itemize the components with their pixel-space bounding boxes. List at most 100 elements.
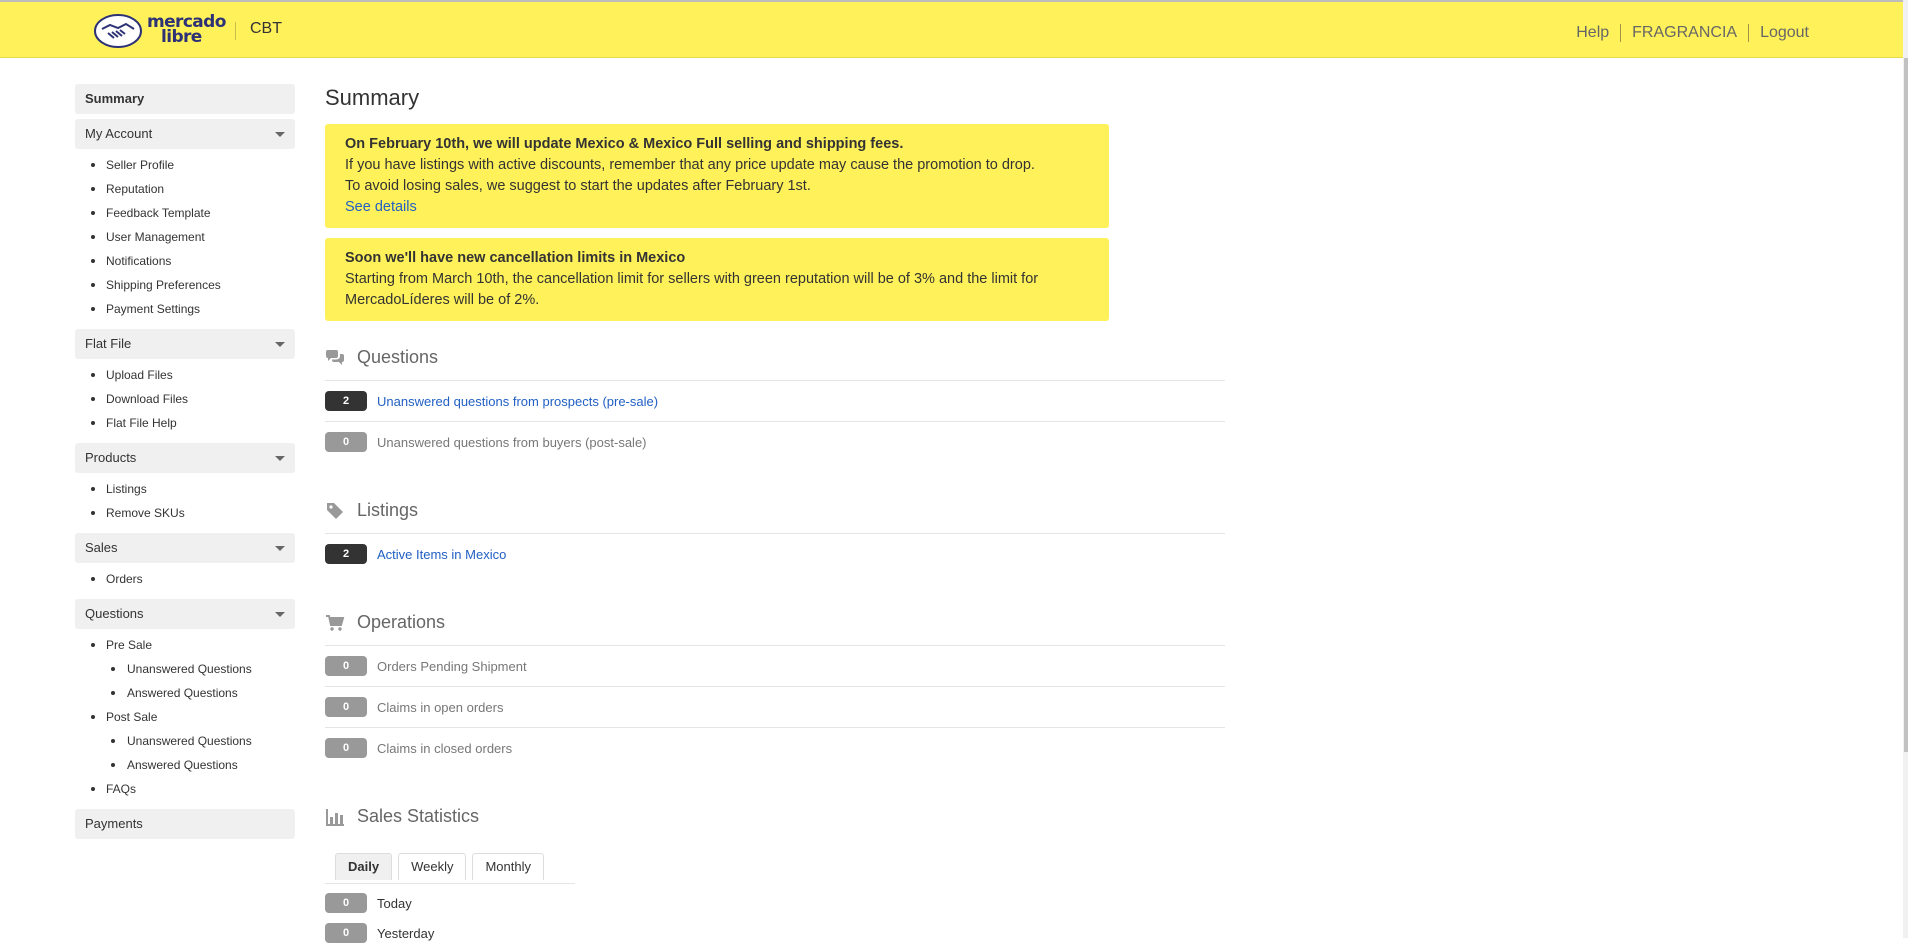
count-badge: 0 [325, 697, 367, 717]
logo-line2: libre [161, 27, 202, 47]
sidebar-item-notifications[interactable]: Notifications [75, 251, 295, 275]
question-row-presale[interactable]: 2 Unanswered questions from prospects (p… [325, 381, 1225, 422]
active-items-link[interactable]: Active Items in Mexico [377, 547, 506, 562]
sidebar-summary[interactable]: Summary [75, 84, 295, 114]
sidebar-my-account[interactable]: My Account [75, 119, 295, 149]
sidebar-payments[interactable]: Payments [75, 809, 295, 839]
caret-down-icon [275, 342, 285, 347]
caret-down-icon [275, 456, 285, 461]
main-content: Summary On February 10th, we will update… [325, 84, 1225, 948]
sidebar-sales[interactable]: Sales [75, 533, 295, 563]
sidebar-item-download-files[interactable]: Download Files [75, 389, 295, 413]
tab-monthly[interactable]: Monthly [472, 853, 544, 880]
count-badge: 2 [325, 544, 367, 564]
user-link[interactable]: FRAGRANCIA [1632, 24, 1737, 42]
stat-label-yesterday: Yesterday [377, 925, 435, 941]
operation-row-open-claims: 0 Claims in open orders [325, 687, 1225, 728]
top-nav: Help FRAGRANCIA Logout [1576, 24, 1809, 42]
sales-statistics-section: Sales Statistics Daily Weekly Monthly 0 … [325, 794, 1225, 948]
notice-fees-line1: If you have listings with active discoun… [345, 157, 1035, 173]
sidebar-item-post-sale[interactable]: Post Sale [75, 707, 295, 731]
notice-fees-title: On February 10th, we will update Mexico … [345, 136, 904, 152]
questions-heading: Questions [325, 335, 1225, 381]
sidebar-questions[interactable]: Questions [75, 599, 295, 629]
questions-section: Questions 2 Unanswered questions from pr… [325, 335, 1225, 462]
sidebar-item-pre-unanswered[interactable]: Unanswered Questions [75, 659, 295, 683]
statistics-tabs: Daily Weekly Monthly [325, 853, 575, 884]
bar-chart-icon [326, 808, 344, 826]
caret-down-icon [275, 546, 285, 551]
sidebar-item-post-unanswered[interactable]: Unanswered Questions [75, 731, 295, 755]
notice-cancellation-text: Starting from March 10th, the cancellati… [345, 271, 1039, 308]
sales-statistics-title: Sales Statistics [357, 806, 480, 826]
logout-link[interactable]: Logout [1760, 24, 1809, 42]
sidebar-item-flat-file-help[interactable]: Flat File Help [75, 413, 295, 437]
listings-section: Listings 2 Active Items in Mexico [325, 488, 1225, 574]
questions-title: Questions [357, 347, 439, 367]
sidebar-item-user-management[interactable]: User Management [75, 227, 295, 251]
sidebar-flat-file-label: Flat File [85, 336, 132, 351]
sidebar-item-remove-skus[interactable]: Remove SKUs [75, 503, 295, 527]
stat-row-yesterday: 0 Yesterday [325, 918, 1225, 948]
sidebar-item-feedback-template[interactable]: Feedback Template [75, 203, 295, 227]
postsale-questions-text: Unanswered questions from buyers (post-s… [377, 434, 647, 450]
operations-section: Operations 0 Orders Pending Shipment 0 C… [325, 600, 1225, 768]
count-badge: 0 [325, 656, 367, 676]
nav-divider [1748, 24, 1750, 42]
products-list: Listings Remove SKUs [75, 473, 295, 533]
tab-weekly[interactable]: Weekly [398, 853, 467, 880]
presale-questions-link[interactable]: Unanswered questions from prospects (pre… [377, 394, 658, 409]
flat-file-list: Upload Files Download Files Flat File He… [75, 359, 295, 443]
questions-list: Pre Sale Unanswered Questions Answered Q… [75, 629, 295, 809]
notice-fees: On February 10th, we will update Mexico … [325, 124, 1109, 228]
stat-label-today: Today [377, 895, 412, 911]
caret-down-icon [275, 132, 285, 137]
count-badge: 0 [325, 738, 367, 758]
sidebar-item-shipping-preferences[interactable]: Shipping Preferences [75, 275, 295, 299]
help-link[interactable]: Help [1576, 24, 1609, 42]
sidebar-products[interactable]: Products [75, 443, 295, 473]
header-bar: mercado libre CBT Help FRAGRANCIA Logout [0, 2, 1903, 58]
sidebar-sales-label: Sales [85, 540, 118, 555]
count-badge: 0 [325, 923, 367, 943]
mercadolibre-logo[interactable]: mercado libre [94, 13, 226, 49]
stat-row-today: 0 Today [325, 888, 1225, 918]
sales-list: Orders [75, 563, 295, 599]
logo-wordmark: mercado libre [147, 14, 226, 47]
sidebar-item-reputation[interactable]: Reputation [75, 179, 295, 203]
sidebar-item-pre-answered[interactable]: Answered Questions [75, 683, 295, 707]
sales-statistics-heading: Sales Statistics [325, 794, 1225, 839]
count-badge: 0 [325, 893, 367, 913]
sidebar-item-faqs[interactable]: FAQs [75, 779, 295, 803]
sidebar-item-listings[interactable]: Listings [75, 479, 295, 503]
sidebar-item-post-answered[interactable]: Answered Questions [75, 755, 295, 779]
sidebar-item-pre-sale[interactable]: Pre Sale [75, 635, 295, 659]
handshake-logo-icon [94, 14, 142, 48]
my-account-list: Seller Profile Reputation Feedback Templ… [75, 149, 295, 329]
notice-fees-line2: To avoid losing sales, we suggest to sta… [345, 178, 811, 194]
tab-daily[interactable]: Daily [335, 853, 393, 880]
count-badge: 2 [325, 391, 367, 411]
sidebar-item-orders[interactable]: Orders [75, 569, 295, 593]
operation-row-pending-shipment: 0 Orders Pending Shipment [325, 646, 1225, 687]
listings-title: Listings [357, 500, 419, 520]
operations-heading: Operations [325, 600, 1225, 646]
sidebar: Summary My Account Seller Profile Reputa… [75, 84, 295, 839]
page-title: Summary [325, 85, 420, 110]
tag-icon [327, 502, 343, 519]
scrollbar-track[interactable] [1903, 0, 1908, 938]
sidebar-item-seller-profile[interactable]: Seller Profile [75, 155, 295, 179]
sidebar-my-account-label: My Account [85, 126, 153, 141]
see-details-link[interactable]: See details [345, 199, 417, 215]
chat-bubbles-icon [326, 349, 344, 365]
question-row-postsale: 0 Unanswered questions from buyers (post… [325, 422, 1225, 462]
listing-row-active[interactable]: 2 Active Items in Mexico [325, 534, 1225, 574]
site-label: CBT [250, 20, 282, 37]
open-claims-text: Claims in open orders [377, 699, 504, 715]
operations-title: Operations [357, 612, 446, 632]
listings-heading: Listings [325, 488, 1225, 534]
sidebar-item-payment-settings[interactable]: Payment Settings [75, 299, 295, 323]
scrollbar-thumb[interactable] [1904, 58, 1908, 752]
sidebar-item-upload-files[interactable]: Upload Files [75, 365, 295, 389]
sidebar-flat-file[interactable]: Flat File [75, 329, 295, 359]
